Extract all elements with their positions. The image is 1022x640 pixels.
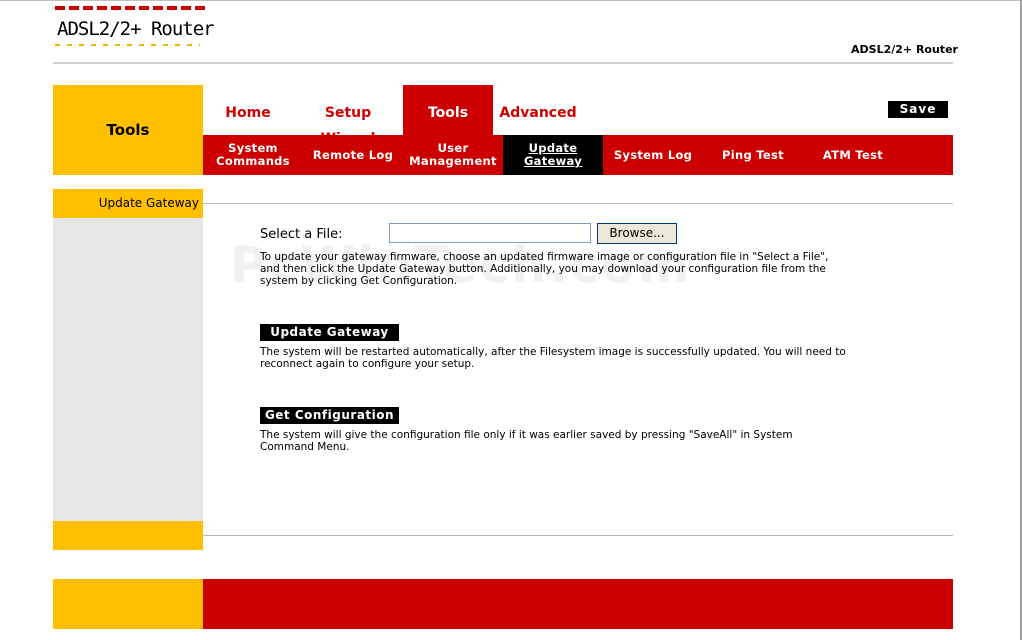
subtab-atm-test[interactable]: ATM Test [803, 135, 903, 175]
brand-name: ADSL2/2+ Router [851, 43, 958, 56]
tab-home[interactable]: Home [213, 100, 283, 126]
update-instructions-text: To update your gateway firmware, choose … [260, 251, 829, 287]
subtab-label-line1: Ping Test [722, 147, 784, 162]
sidebar-item-update-gateway[interactable]: Update Gateway [53, 189, 199, 218]
subtab-label-line1: User [437, 141, 469, 155]
update-gateway-note: The system will be restarted automatical… [260, 346, 846, 370]
subtab-label-line1: Update [528, 141, 578, 155]
subtab-user-management[interactable]: User Management [403, 135, 503, 175]
get-configuration-note: The system will give the configuration f… [260, 429, 793, 453]
select-file-label: Select a File: [260, 227, 343, 242]
section-title-box: Tools [53, 85, 203, 175]
content-top-divider [203, 203, 953, 204]
subtab-label-line1: ATM Test [822, 147, 884, 162]
subtab-label-line1: Remote Log [312, 147, 394, 162]
logo-top-stripe [55, 6, 205, 10]
logo-text: ADSL2/2+ Router [57, 18, 215, 40]
sidebar-footer [53, 521, 203, 550]
get-configuration-button[interactable]: Get Configuration [260, 407, 399, 424]
file-path-input[interactable] [389, 223, 591, 243]
update-gateway-button[interactable]: Update Gateway [260, 324, 399, 341]
subtab-label-line2: Gateway [523, 154, 583, 168]
subtab-label-line2: Commands [216, 154, 290, 168]
subtab-remote-log[interactable]: Remote Log [303, 135, 403, 175]
subtab-label-line1: System Log [613, 147, 693, 162]
browse-button[interactable]: Browse... [597, 223, 677, 244]
tab-advanced[interactable]: Advanced [496, 100, 580, 126]
subtab-system-commands[interactable]: System Commands [203, 135, 303, 175]
tab-tools[interactable]: Tools [403, 85, 493, 135]
logo-bottom-stripe [55, 44, 200, 46]
footer-bar [203, 579, 953, 629]
save-all-button[interactable]: Save All [888, 101, 948, 133]
window-top-border [0, 0, 1022, 1]
footer-left-block [53, 579, 203, 629]
subtab-system-log[interactable]: System Log [603, 135, 703, 175]
subtab-label-line1: System [228, 141, 278, 155]
subtab-update-gateway[interactable]: Update Gateway [503, 135, 603, 175]
subtab-ping-test[interactable]: Ping Test [703, 135, 803, 175]
subtab-label-line2: Management [409, 154, 497, 168]
tab-setup-wizard[interactable]: Setup Wizard [296, 100, 400, 147]
section-title: Tools [106, 121, 150, 139]
header-divider [53, 62, 953, 64]
sidebar-panel [53, 218, 203, 521]
content-bottom-divider [203, 535, 953, 536]
